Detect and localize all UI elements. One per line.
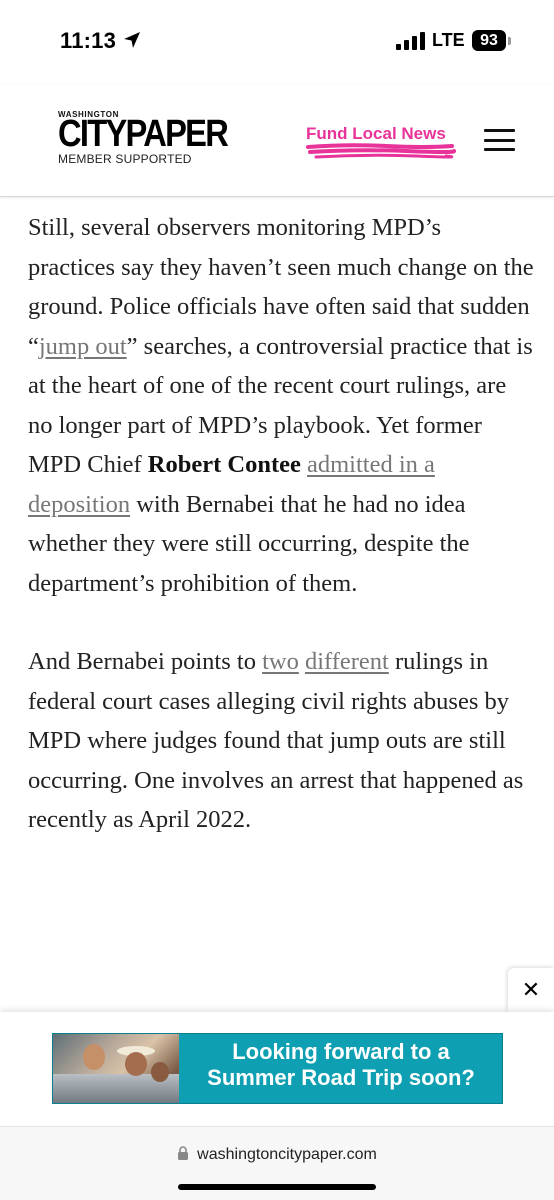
status-bar: 11:13 LTE 93 (0, 0, 554, 84)
hamburger-menu-icon[interactable] (484, 129, 515, 151)
url-text: washingtoncitypaper.com (197, 1146, 377, 1163)
url-display[interactable]: washingtoncitypaper.com (0, 1146, 554, 1164)
ad-family-photo (53, 1034, 179, 1103)
fund-local-news-link[interactable]: Fund Local News (306, 124, 446, 144)
network-type: LTE (432, 30, 465, 50)
jump-out-link[interactable]: jump out (39, 333, 127, 360)
bold-name: Robert Contee (147, 451, 301, 478)
site-logo[interactable]: WASHINGTON CITYPAPER MEMBER SUPPORTED (58, 110, 229, 166)
ad-banner[interactable]: Looking forward to a Summer Road Trip so… (52, 1033, 503, 1104)
paragraph-text: And Bernabei points to (28, 648, 263, 675)
ad-line-1: Looking forward to a (232, 1039, 450, 1064)
highlight-scribble (306, 143, 456, 159)
ad-close-button[interactable]: ✕ (508, 968, 554, 1012)
clock-time: 11:13 (60, 28, 117, 53)
battery-cap (508, 37, 511, 45)
logo-main-text: CITYPAPER (58, 113, 229, 155)
ad-headline: Looking forward to a Summer Road Trip so… (179, 1039, 502, 1091)
browser-url-bar[interactable]: washingtoncitypaper.com (0, 1126, 554, 1200)
home-indicator (178, 1184, 376, 1190)
location-arrow-icon (124, 32, 140, 48)
article-body: Still, several observers monitoring MPD’… (28, 208, 534, 879)
battery-icon: 93 (472, 30, 506, 51)
cellular-signal-icon (396, 32, 425, 50)
ad-line-2: Summer Road Trip soon? (207, 1065, 475, 1090)
ad-bar: Looking forward to a Summer Road Trip so… (0, 1012, 554, 1126)
article-paragraph: Still, several observers monitoring MPD’… (28, 208, 534, 603)
paragraph-text: rulings in federal court cases alleging … (28, 648, 524, 833)
site-header: WASHINGTON CITYPAPER MEMBER SUPPORTED Fu… (0, 84, 554, 197)
two-link[interactable]: two (262, 648, 299, 675)
different-link[interactable]: different (305, 648, 389, 675)
lock-icon (178, 1146, 189, 1160)
article-paragraph: And Bernabei points to two different rul… (28, 642, 534, 840)
